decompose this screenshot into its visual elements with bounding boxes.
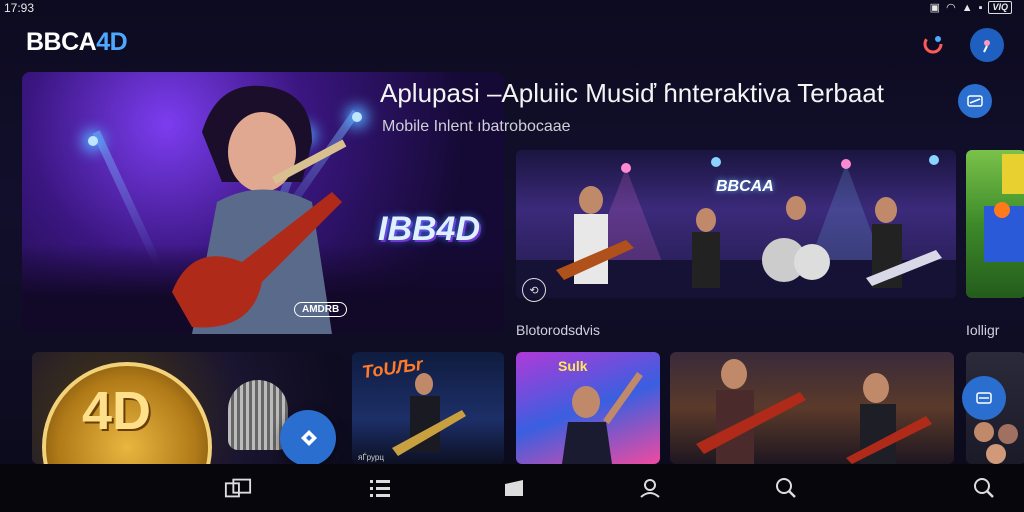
concert-illustration xyxy=(516,155,956,298)
profile-button[interactable] xyxy=(970,28,1004,62)
microphone-illustration xyxy=(228,380,288,450)
card-guitar-duo[interactable] xyxy=(670,352,954,464)
hero-tag[interactable]: AMDRB xyxy=(294,302,348,317)
page-subtitle: Mobile Inlent ıbatrobocaae xyxy=(382,118,571,135)
cast-icon[interactable] xyxy=(917,28,949,60)
status-icons: ▣ ◠ ▲ ▪ VIQ xyxy=(930,1,1012,14)
app-logo[interactable]: BBCA4D xyxy=(26,28,128,57)
status-time: 17:93 xyxy=(4,1,35,15)
page-title: Aplupasi –Apluiic Musiď ɦnteraktiva Terb… xyxy=(380,78,884,108)
app-root: 17:93 ▣ ◠ ▲ ▪ VIQ BBCA4D IBB4D AMDRB Apl… xyxy=(0,0,1024,512)
next-button[interactable] xyxy=(280,410,336,466)
card-icon xyxy=(967,95,983,107)
card-caption: яЃрурц xyxy=(358,453,384,462)
library-icon[interactable] xyxy=(224,476,252,500)
wifi-icon: ◠ xyxy=(946,2,956,14)
signal-icon: ▲ xyxy=(961,1,973,14)
coin-text: 4D xyxy=(82,381,152,441)
logo-text: BBCA xyxy=(26,28,97,56)
hero-banner[interactable]: IBB4D AMDRB xyxy=(22,72,504,334)
status-bar: 17:93 ▣ ◠ ▲ ▪ VIQ xyxy=(0,0,1024,16)
card-title: Sulk xyxy=(558,358,588,374)
concert-logo: BBCAA xyxy=(716,178,774,195)
singer-illustration xyxy=(562,371,643,464)
stage-light xyxy=(88,136,98,146)
vibrate-icon: ▣ xyxy=(929,2,941,14)
search-icon[interactable] xyxy=(772,476,800,500)
card-menu-icon xyxy=(976,392,992,404)
section-label: Iolligr xyxy=(966,322,1000,338)
battery-icon: VIQ xyxy=(988,1,1012,14)
card-tour[interactable]: ToUЉr яЃрурц xyxy=(352,352,504,464)
profile-nav-icon[interactable] xyxy=(636,476,664,500)
home-icon[interactable] xyxy=(500,476,528,500)
replay-icon[interactable]: ⟲ xyxy=(522,278,546,302)
featured-concert-card[interactable]: BBCAA xyxy=(516,150,956,298)
side-card-game[interactable] xyxy=(966,150,1024,298)
card-sulk[interactable]: Sulk xyxy=(516,352,660,464)
section-label: Blotorodsdvis xyxy=(516,322,601,338)
music-note-icon xyxy=(983,40,990,53)
hero-badge: IBB4D xyxy=(378,210,481,248)
menu-button[interactable] xyxy=(962,376,1006,420)
bottom-nav xyxy=(0,464,1024,512)
lock-icon: ▪ xyxy=(978,1,983,14)
logo-accent: 4D xyxy=(96,28,128,56)
guitar-duo-illustration xyxy=(696,359,932,464)
list-icon[interactable] xyxy=(366,476,394,500)
share-button[interactable] xyxy=(958,84,992,118)
guitarist-illustration xyxy=(172,85,347,334)
game-illustration xyxy=(984,154,1024,262)
arrow-right-icon xyxy=(301,430,317,446)
search-person-icon[interactable] xyxy=(970,476,998,500)
